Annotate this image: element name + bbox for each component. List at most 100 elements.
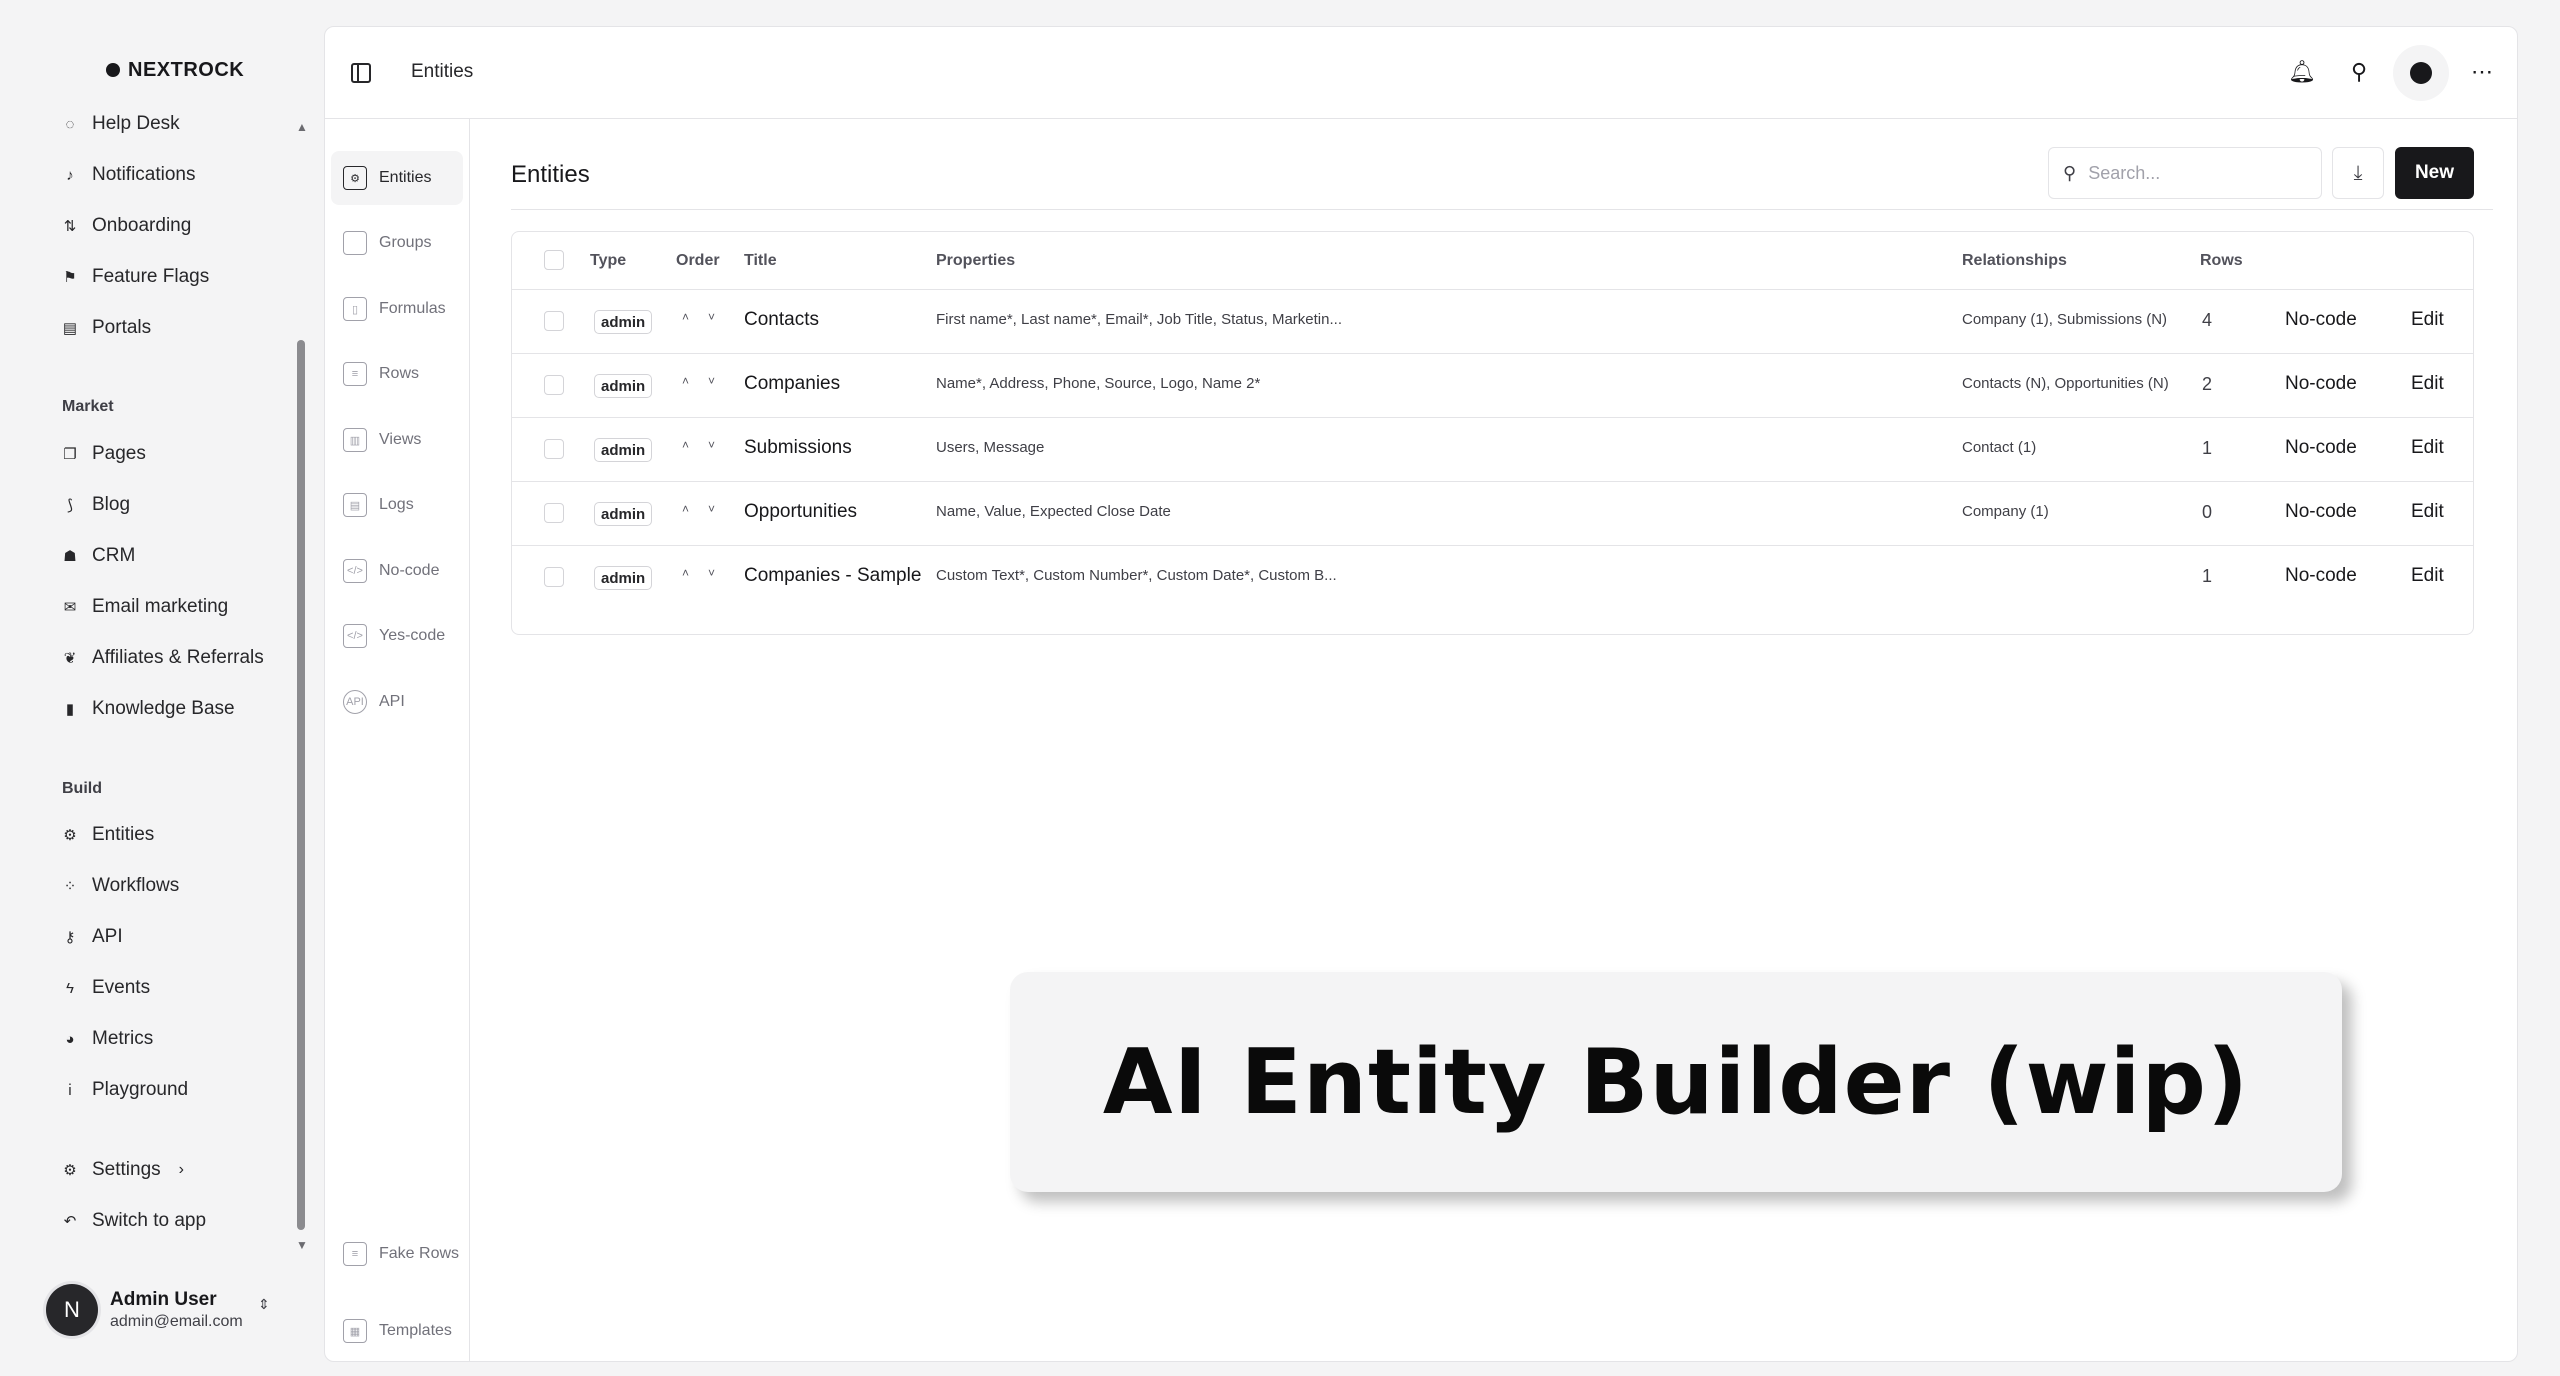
no-code-link[interactable]: No-code <box>2285 309 2357 331</box>
move-down-icon[interactable]: ˅ <box>708 374 715 388</box>
edit-link[interactable]: Edit <box>2411 373 2444 395</box>
entity-title[interactable]: Submissions <box>744 437 852 459</box>
entities-icon: ⚙ <box>63 827 77 844</box>
move-down-icon[interactable]: ˅ <box>708 438 715 452</box>
table-row[interactable]: admin ˄ ˅ Companies Name*, Address, Phon… <box>512 354 2473 418</box>
subnav-fake-rows[interactable]: ≡ Fake Rows <box>331 1227 463 1281</box>
sidebar-item-pages[interactable]: ❐ Pages <box>62 438 146 470</box>
sidebar-item-settings[interactable]: ⚙ Settings › <box>62 1154 184 1186</box>
sidebar-item-feature-flags[interactable]: ⚑ Feature Flags <box>62 261 209 293</box>
sidebar-item-affiliates[interactable]: ❦ Affiliates & Referrals <box>62 642 264 674</box>
edit-link[interactable]: Edit <box>2411 309 2444 331</box>
sidebar-item-workflows[interactable]: ⁘ Workflows <box>62 870 180 902</box>
row-checkbox[interactable] <box>544 439 564 459</box>
subnav-label: Views <box>379 431 422 448</box>
sidebar-item-metrics[interactable]: ◕ Metrics <box>62 1023 153 1055</box>
table-row[interactable]: admin ˄ ˅ Submissions Users, Message Con… <box>512 418 2473 482</box>
col-relationships[interactable]: Relationships <box>1962 252 2067 270</box>
edit-link[interactable]: Edit <box>2411 501 2444 523</box>
sidebar-item-help-desk[interactable]: ◌ Help Desk <box>62 108 180 140</box>
user-menu[interactable]: N Admin User admin@email.com ⇕ <box>46 1280 296 1340</box>
move-up-icon[interactable]: ˄ <box>682 438 689 452</box>
subnav-templates[interactable]: ▦ Templates <box>331 1304 463 1358</box>
subnav-rows[interactable]: ≡ Rows <box>331 347 463 401</box>
sidebar-item-onboarding[interactable]: ⇅ Onboarding <box>62 210 192 242</box>
sidebar-item-email-marketing[interactable]: ✉ Email marketing <box>62 591 229 623</box>
col-rows[interactable]: Rows <box>2200 252 2243 270</box>
subnav-label: No-code <box>379 562 440 579</box>
sidebar-item-api[interactable]: ⚷ API <box>62 921 123 953</box>
sidebar-item-portals[interactable]: ▤ Portals <box>62 312 151 344</box>
subnav-no-code[interactable]: </> No-code <box>331 544 463 598</box>
col-title[interactable]: Title <box>744 252 777 270</box>
subnav-groups[interactable]: Groups <box>331 216 463 270</box>
no-code-link[interactable]: No-code <box>2285 501 2357 523</box>
search-input[interactable]: ⚲ Search... <box>2048 147 2322 199</box>
col-order[interactable]: Order <box>676 252 720 270</box>
row-checkbox[interactable] <box>544 311 564 331</box>
sidebar-item-notifications[interactable]: ♪ Notifications <box>62 159 195 191</box>
sidebar-scrollbar[interactable] <box>297 340 305 1230</box>
subnav-entities[interactable]: ⚙ Entities <box>331 151 463 205</box>
rows-icon: ≡ <box>343 362 367 386</box>
sidebar-item-knowledge-base[interactable]: ▮ Knowledge Base <box>62 693 235 725</box>
row-checkbox[interactable] <box>544 567 564 587</box>
scroll-down-icon[interactable]: ▼ <box>296 1238 308 1252</box>
subnav-formulas[interactable]: ▯ Formulas <box>331 282 463 336</box>
no-code-link[interactable]: No-code <box>2285 437 2357 459</box>
sidebar-nav: ◌ Help Desk ♪ Notifications ⇅ Onboarding… <box>0 100 300 1250</box>
notifications-icon: ♪ <box>66 166 74 184</box>
sidebar-toggle-icon[interactable] <box>351 63 371 83</box>
move-up-icon[interactable]: ˄ <box>682 502 689 516</box>
sidebar-item-label: CRM <box>92 545 136 566</box>
feature-banner: AI Entity Builder (wip) <box>1010 972 2342 1192</box>
subnav-views[interactable]: ▥ Views <box>331 413 463 467</box>
sidebar-item-playground[interactable]: ⅰ Playground <box>62 1074 188 1106</box>
search-icon: ⚲ <box>2063 162 2077 183</box>
move-up-icon[interactable]: ˄ <box>682 310 689 324</box>
sidebar-item-switch-to-app[interactable]: ↶ Switch to app <box>62 1205 206 1237</box>
bell-icon[interactable]: 🔔︎ <box>2287 57 2317 87</box>
move-down-icon[interactable]: ˅ <box>708 502 715 516</box>
subnav-api[interactable]: API API <box>331 675 463 729</box>
col-type[interactable]: Type <box>590 252 626 270</box>
move-up-icon[interactable]: ˄ <box>682 374 689 388</box>
profile-avatar-button[interactable] <box>2393 45 2449 101</box>
entity-title[interactable]: Companies <box>744 373 840 395</box>
edit-link[interactable]: Edit <box>2411 437 2444 459</box>
new-button[interactable]: New <box>2395 147 2474 199</box>
move-down-icon[interactable]: ˅ <box>708 310 715 324</box>
subnav-label: Groups <box>379 234 432 251</box>
portals-icon: ▤ <box>62 320 78 337</box>
row-checkbox[interactable] <box>544 375 564 395</box>
sidebar-item-blog[interactable]: ⟆ Blog <box>62 489 130 521</box>
sidebar-item-crm[interactable]: ☗ CRM <box>62 540 135 572</box>
entity-title[interactable]: Contacts <box>744 309 819 331</box>
table-row[interactable]: admin ˄ ˅ Contacts First name*, Last nam… <box>512 290 2473 354</box>
table-row[interactable]: admin ˄ ˅ Opportunities Name, Value, Exp… <box>512 482 2473 546</box>
table-row[interactable]: admin ˄ ˅ Companies - Sample Custom Text… <box>512 546 2473 610</box>
scroll-up-icon[interactable]: ▲ <box>296 120 308 134</box>
more-icon[interactable]: ⋯ <box>2467 57 2497 87</box>
subnav-logs[interactable]: ▤ Logs <box>331 478 463 532</box>
avatar: N <box>46 1284 98 1336</box>
select-all-checkbox[interactable] <box>544 250 564 270</box>
brand-logo[interactable]: NEXTROCK <box>106 58 244 82</box>
download-button[interactable]: ⤓ <box>2332 147 2384 199</box>
search-icon[interactable]: ⚲ <box>2344 57 2374 87</box>
sidebar-item-entities[interactable]: ⚙ Entities <box>62 819 154 851</box>
move-down-icon[interactable]: ˅ <box>708 566 715 580</box>
entity-title[interactable]: Opportunities <box>744 501 857 523</box>
code-icon: </> <box>343 559 367 583</box>
subnav-yes-code[interactable]: </> Yes-code <box>331 609 463 663</box>
entity-title[interactable]: Companies - Sample <box>744 565 921 587</box>
no-code-link[interactable]: No-code <box>2285 373 2357 395</box>
no-code-link[interactable]: No-code <box>2285 565 2357 587</box>
move-up-icon[interactable]: ˄ <box>682 566 689 580</box>
sidebar-item-events[interactable]: ϟ Events <box>62 972 150 1004</box>
entity-relationships: Company (1), Submissions (N) <box>1962 311 2168 328</box>
breadcrumb[interactable]: Entities <box>411 61 473 83</box>
col-properties[interactable]: Properties <box>936 252 1015 270</box>
edit-link[interactable]: Edit <box>2411 565 2444 587</box>
row-checkbox[interactable] <box>544 503 564 523</box>
